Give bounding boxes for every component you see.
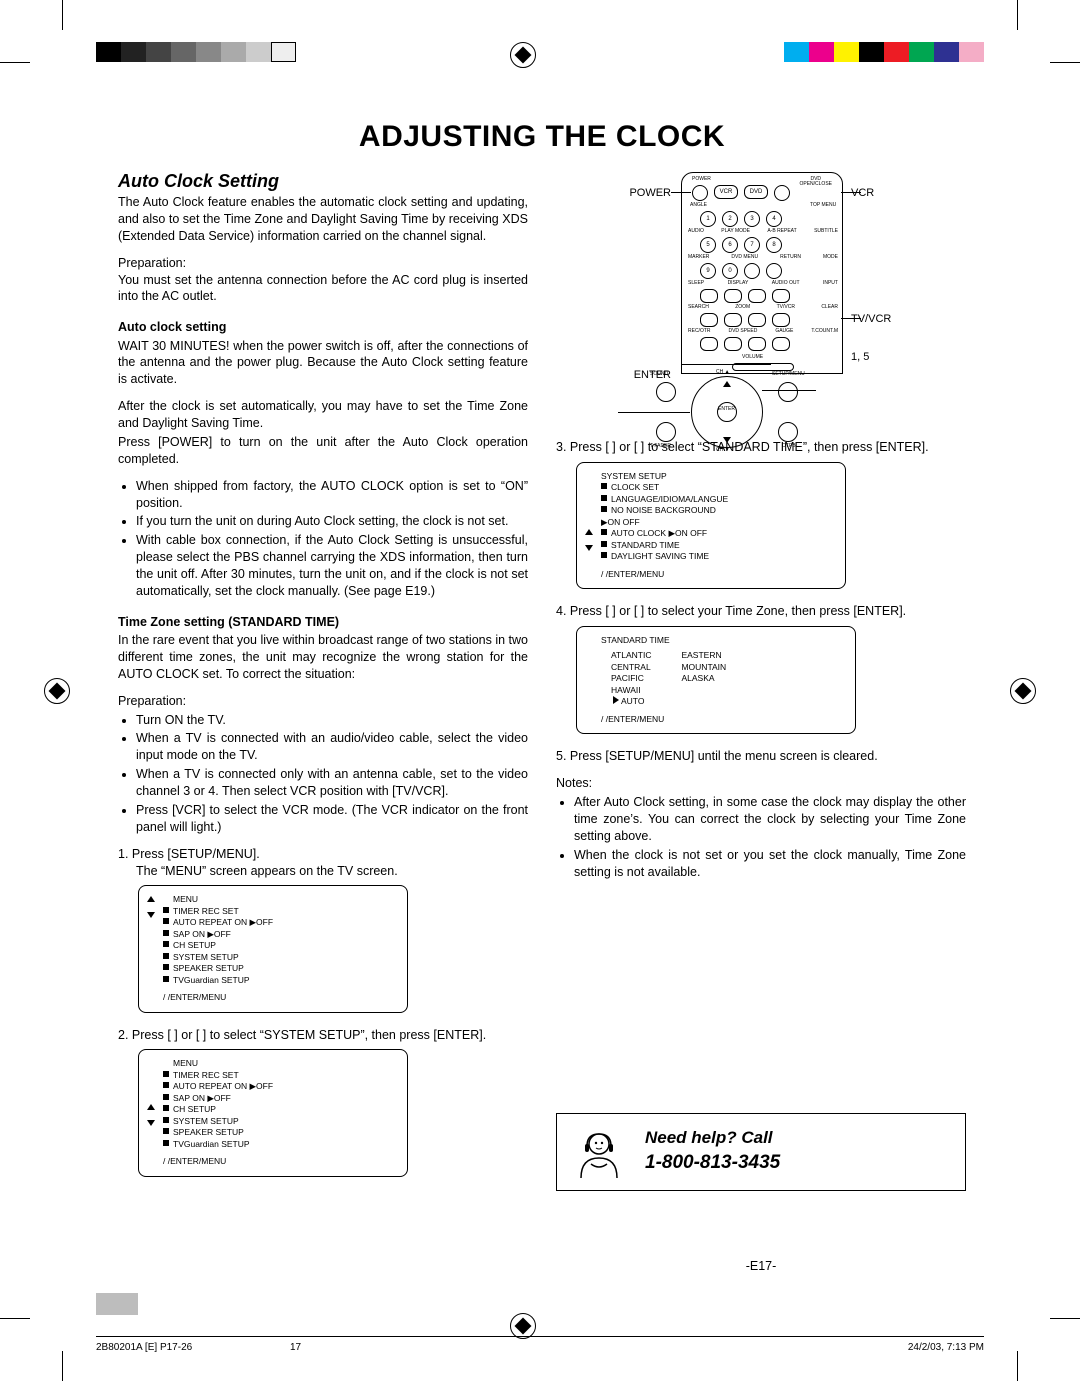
acs-p1: WAIT 30 MINUTES! when the power switch i…	[118, 338, 528, 389]
osd-menu-2: MENU TIMER REC SET AUTO REPEAT ON ▶OFF S…	[138, 1049, 408, 1176]
step-3: 3. Press [ ] or [ ] to select “STANDARD …	[556, 439, 966, 456]
acs-p2: After the clock is set automatically, yo…	[118, 398, 528, 432]
help-box: Need help? Call 1-800-813-3435	[556, 1113, 966, 1191]
acs-bullets: When shipped from factory, the AUTO CLOC…	[136, 478, 528, 600]
section-heading: Auto Clock Setting	[118, 172, 528, 190]
acs-p3: Press [POWER] to turn on the unit after …	[118, 434, 528, 468]
page-title: ADJUSTING THE CLOCK	[118, 122, 966, 152]
prep-text: Preparation:You must set the antenna con…	[118, 255, 528, 306]
acs-heading: Auto clock setting	[118, 319, 528, 335]
osd-menu-1: MENU TIMER REC SET AUTO REPEAT ON ▶OFF S…	[138, 885, 408, 1012]
tz-bullets: Turn ON the TV. When a TV is connected w…	[136, 712, 528, 836]
remote-dpad-area: SOUND CH ▲ SETUP/MENU ENTER T FADER CH ▼	[556, 382, 966, 383]
tz-prep-label: Preparation:	[118, 693, 528, 710]
notes-label: Notes:	[556, 775, 966, 792]
remote-diagram: POWER DVDOPEN/CLOSE VCRDVD ANGLETOP MENU…	[591, 172, 931, 382]
remote-label-steps: 1, 5	[851, 350, 931, 365]
osd-system-setup: SYSTEM SETUP CLOCK SET LANGUAGE/IDIOMA/L…	[576, 462, 846, 589]
color-swatch	[784, 42, 984, 62]
print-footer-left: 2B80201A [E] P17-26	[96, 1342, 192, 1353]
left-column: Auto Clock Setting The Auto Clock featur…	[118, 172, 528, 1191]
right-column: POWER DVDOPEN/CLOSE VCRDVD ANGLETOP MENU…	[556, 172, 966, 1191]
notes-list: After Auto Clock setting, in some case t…	[574, 794, 966, 880]
operator-icon	[571, 1124, 627, 1180]
remote-label-vcr: VCR	[851, 186, 931, 201]
step-5: 5. Press [SETUP/MENU] until the menu scr…	[556, 748, 966, 765]
remote-label-power: POWER	[591, 186, 671, 201]
print-footer-center: 17	[290, 1342, 301, 1353]
print-footer-right: 24/2/03, 7:13 PM	[908, 1342, 984, 1353]
page-tab	[96, 1293, 138, 1315]
intro-text: The Auto Clock feature enables the autom…	[118, 194, 528, 245]
remote-label-tvvcr: TV/VCR	[851, 312, 931, 327]
step-2: 2. Press [ ] or [ ] to select “SYSTEM SE…	[118, 1027, 528, 1044]
help-phone: 1-800-813-3435	[645, 1150, 780, 1176]
footer-rule	[96, 1336, 984, 1337]
step-4: 4. Press [ ] or [ ] to select your Time …	[556, 603, 966, 620]
tz-p1: In the rare event that you live within b…	[118, 632, 528, 683]
step-1: 1. Press [SETUP/MENU].The “MENU” screen …	[118, 846, 528, 880]
page-number: -E17-	[746, 1258, 777, 1275]
grayscale-swatch	[96, 42, 296, 62]
osd-standard-time: STANDARD TIME ATLANTIC CENTRAL PACIFIC H…	[576, 626, 856, 734]
tz-heading: Time Zone setting (STANDARD TIME)	[118, 614, 528, 630]
help-title: Need help? Call	[645, 1127, 780, 1150]
